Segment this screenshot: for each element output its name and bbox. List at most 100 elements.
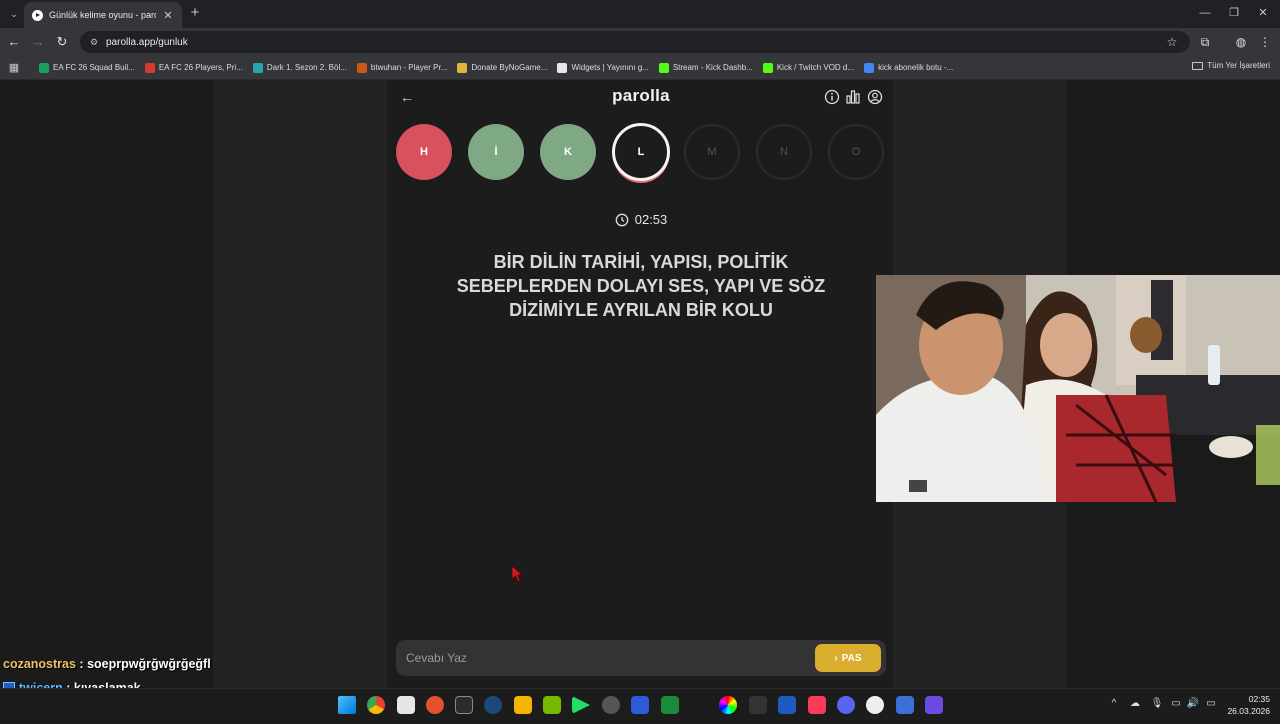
bookmark-label: Donate ByNoGame... xyxy=(471,63,548,72)
bookmark-item[interactable]: kick abonelik botu -... xyxy=(859,62,958,73)
g-hub-icon[interactable] xyxy=(749,696,767,714)
system-clock[interactable]: 02:35 26.03.2026 xyxy=(1227,693,1270,717)
bookmark-label: EA FC 26 Players, Pri... xyxy=(158,63,243,72)
letter-circle-pending: N xyxy=(756,124,812,180)
forward-nav-icon[interactable]: → xyxy=(30,34,46,50)
bookmark-favicon-icon xyxy=(144,62,155,73)
logo: parolla xyxy=(612,86,670,105)
obs-icon[interactable] xyxy=(602,696,620,714)
rockstar-icon[interactable] xyxy=(514,696,532,714)
question-text: BİR DİLİN TARİHİ, YAPISI, POLİTİK SEBEPL… xyxy=(456,252,826,320)
clock-date: 26.03.2026 xyxy=(1227,706,1270,716)
discord-icon[interactable] xyxy=(837,696,855,714)
info-icon[interactable] xyxy=(824,89,840,105)
browser-toolbar: ← → ↻ ⚙ parolla.app/gunluk ☆ ⧉ ◍ ⋮ xyxy=(0,28,1280,56)
chat-separator: : xyxy=(75,657,88,671)
bookmark-star-icon[interactable]: ☆ xyxy=(1164,34,1180,50)
steam-icon[interactable] xyxy=(484,696,502,714)
new-tab-icon[interactable]: + xyxy=(187,5,203,21)
ea-icon[interactable] xyxy=(426,696,444,714)
site-info-icon[interactable]: ⚙ xyxy=(88,36,100,48)
chatgpt-icon[interactable] xyxy=(866,696,884,714)
tab-search-icon[interactable]: ⌄ xyxy=(6,6,22,22)
volume-icon[interactable]: 🔊 xyxy=(1186,698,1200,709)
onedrive-icon[interactable]: ☁ xyxy=(1128,698,1142,709)
close-window-icon[interactable]: ✕ xyxy=(1256,6,1270,20)
display-icon[interactable]: ▭ xyxy=(1169,698,1183,709)
bookmark-item[interactable]: EA FC 26 Squad Buil... xyxy=(34,62,140,73)
clock-time: 02:35 xyxy=(1248,694,1270,704)
editor-icon[interactable] xyxy=(896,696,914,714)
reload-icon[interactable]: ↻ xyxy=(54,34,70,50)
bookmark-favicon-icon xyxy=(762,62,773,73)
play-icon[interactable] xyxy=(572,696,590,714)
bookmark-item[interactable]: Stream - Kick Dashb... xyxy=(654,62,758,73)
music-icon[interactable] xyxy=(808,696,826,714)
bookmark-label: btwuhan - Player Pr... xyxy=(370,63,448,72)
active-tab[interactable]: Günlük kelime oyunu - parolla ✕ xyxy=(24,2,182,28)
bookmark-item[interactable]: Kick / Twitch VOD d... xyxy=(758,62,859,73)
webcam-overlay xyxy=(876,275,1280,502)
restore-icon[interactable]: ❐ xyxy=(1227,6,1241,20)
app3-icon[interactable] xyxy=(925,696,943,714)
bookmark-item[interactable]: btwuhan - Player Pr... xyxy=(352,62,452,73)
back-nav-icon[interactable]: ← xyxy=(6,34,22,50)
nvidia-icon[interactable] xyxy=(543,696,561,714)
start-icon[interactable] xyxy=(338,696,356,714)
timer-value: 02:53 xyxy=(634,212,668,227)
bookmark-favicon-icon xyxy=(457,62,468,73)
battery-icon[interactable]: ▭ xyxy=(1204,698,1218,709)
letter-circle-correct: İ xyxy=(468,124,524,180)
letter-circle-pending: O xyxy=(828,124,884,180)
bookmark-favicon-icon xyxy=(39,62,49,73)
letter-wheel: HİKLMNO xyxy=(396,123,886,183)
bookmark-label: Stream - Kick Dashb... xyxy=(672,63,753,72)
bookmark-item[interactable]: Donate ByNoGame... xyxy=(452,62,552,73)
parolla-app: ← parolla HİKLMNO 02:53 BİR DİLİN TARİHİ… xyxy=(385,80,895,688)
battlenet-icon[interactable] xyxy=(631,696,649,714)
all-bookmarks-button[interactable]: Tüm Yer İşaretleri xyxy=(1192,61,1270,70)
letter-circle-pending: M xyxy=(684,124,740,180)
bookmark-item[interactable]: Widgets | Yayınını g... xyxy=(552,62,653,73)
epic-games-icon[interactable] xyxy=(455,696,473,714)
chevron-right-icon: › xyxy=(834,652,838,664)
taskbar: ^ ☁ 🎙 ▭ 🔊 ▭ 02:35 26.03.2026 xyxy=(0,688,1280,720)
bookmark-favicon-icon xyxy=(557,62,568,73)
stats-icon[interactable] xyxy=(845,89,861,105)
url-text[interactable]: parolla.app/gunluk xyxy=(106,37,188,48)
bookmark-item[interactable]: Dark 1. Sezon 2. Böl... xyxy=(248,62,352,73)
bookmark-item[interactable]: EA FC 26 Players, Pri... xyxy=(140,62,248,73)
letter-circle-correct: K xyxy=(540,124,596,180)
bookmark-label: Dark 1. Sezon 2. Böl... xyxy=(266,63,347,72)
minimize-icon[interactable]: — xyxy=(1198,6,1212,20)
app-icon[interactable] xyxy=(778,696,796,714)
color-app-icon[interactable] xyxy=(719,696,737,714)
tab-title: Günlük kelime oyunu - parolla xyxy=(49,10,156,20)
menu-icon[interactable]: ⋮ xyxy=(1257,34,1273,50)
xbox-icon[interactable] xyxy=(661,696,679,714)
address-bar[interactable]: ⚙ parolla.app/gunluk xyxy=(80,31,1190,53)
extensions-icon[interactable]: ⧉ xyxy=(1197,34,1213,50)
apps-grid-icon[interactable]: ▦ xyxy=(2,61,26,74)
chrome-icon[interactable] xyxy=(367,696,385,714)
mouse-cursor-icon xyxy=(511,565,523,583)
clock-icon xyxy=(615,213,629,226)
chat-message: cozanostras : soeprpwğrğwğrğeğfl xyxy=(3,652,263,676)
bookmark-favicon-icon xyxy=(252,62,263,73)
store-icon[interactable] xyxy=(397,696,415,714)
timer: 02:53 xyxy=(386,212,896,227)
tab-close-icon[interactable]: ✕ xyxy=(162,9,174,22)
app-header: ← parolla xyxy=(386,80,896,114)
mic-icon[interactable]: 🎙 xyxy=(1150,698,1164,709)
bookmark-label: Widgets | Yayınını g... xyxy=(571,63,649,72)
tray-expand-icon[interactable]: ^ xyxy=(1107,698,1121,709)
answer-input[interactable] xyxy=(396,640,796,676)
all-bookmarks-label: Tüm Yer İşaretleri xyxy=(1207,61,1270,70)
tab-favicon-icon xyxy=(32,9,43,21)
folder-icon xyxy=(1192,61,1204,70)
profile-icon[interactable]: ◍ xyxy=(1233,34,1249,50)
chat-text: soeprpwğrğwğrğeğfl xyxy=(87,657,211,671)
letter-circle-current: L xyxy=(612,123,670,181)
user-icon[interactable] xyxy=(867,89,883,105)
pass-button[interactable]: › PAS xyxy=(815,644,881,672)
